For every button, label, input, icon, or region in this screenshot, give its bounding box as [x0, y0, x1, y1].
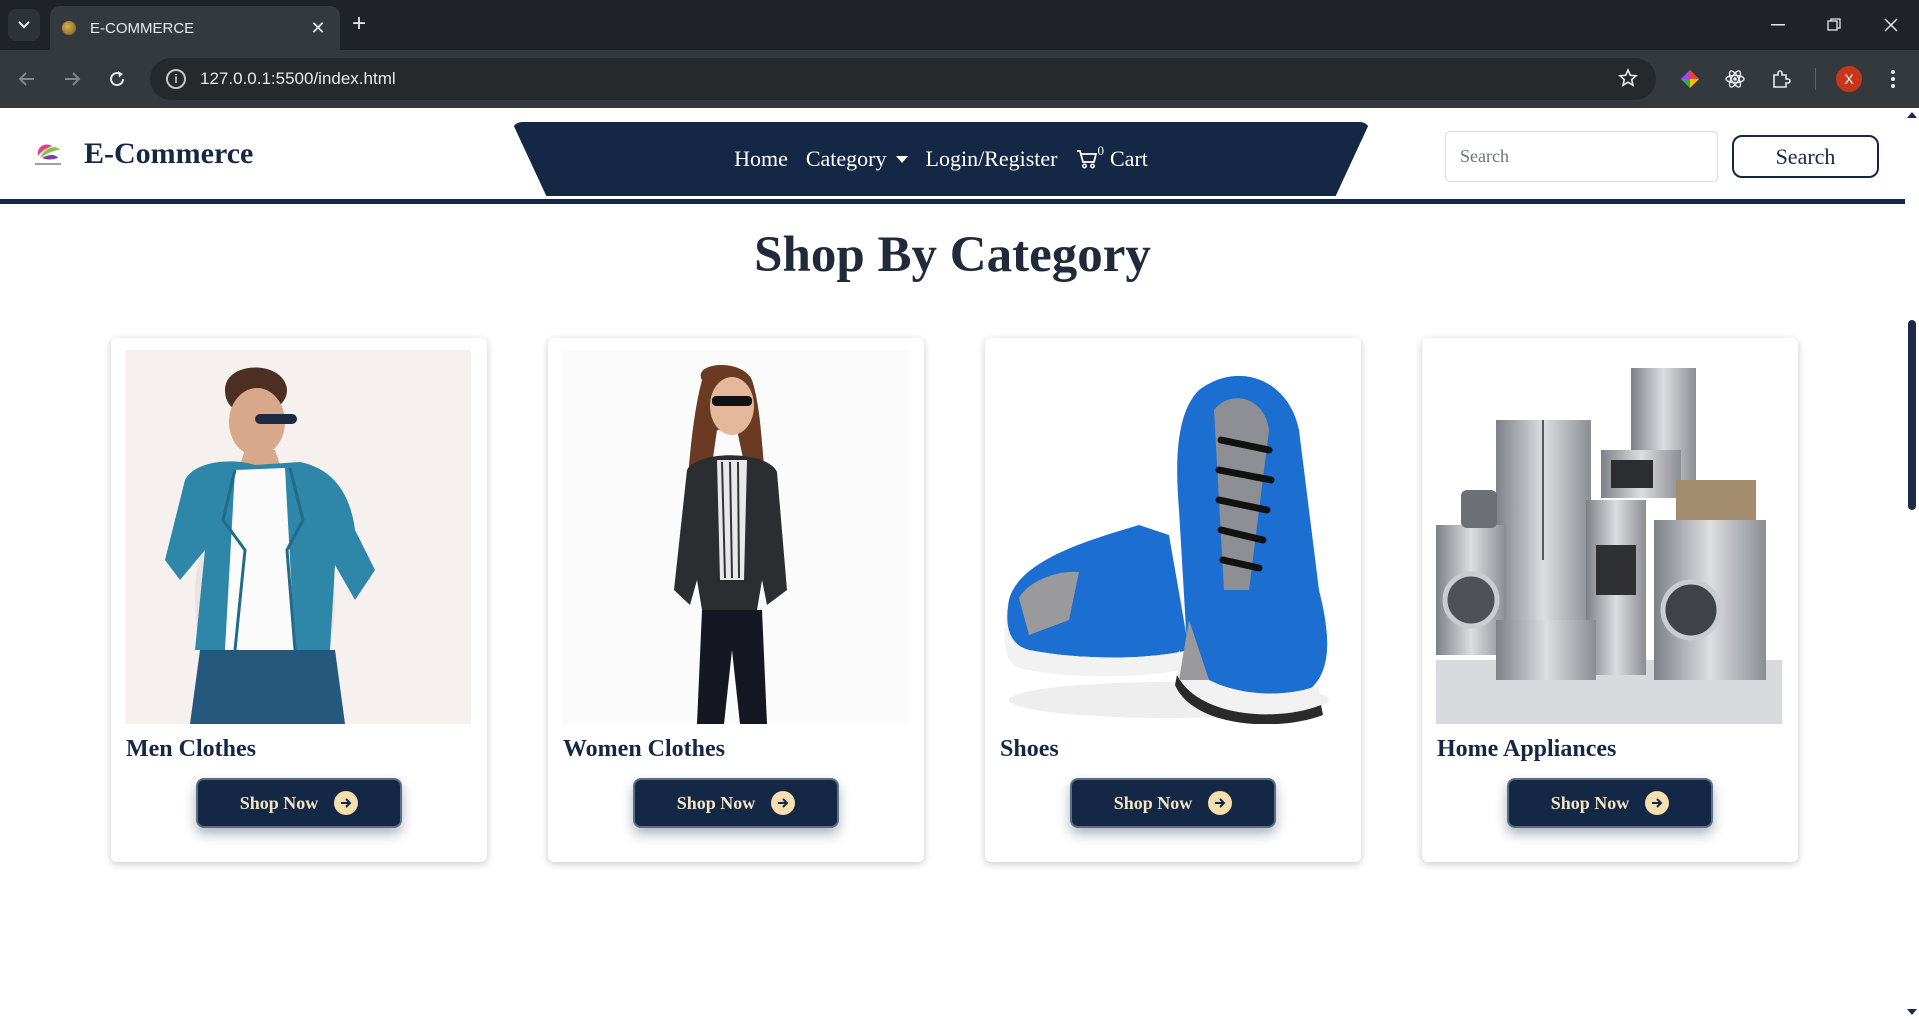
web-page: E-Commerce Home Category Login/Register …: [0, 108, 1905, 1019]
toolbar-divider: [1815, 68, 1816, 90]
restore-window-icon[interactable]: [1814, 10, 1854, 40]
cart-icon: [1076, 150, 1097, 169]
bookmark-star-icon[interactable]: [1618, 67, 1638, 93]
color-extension-icon[interactable]: [1677, 66, 1703, 92]
browser-tab[interactable]: E-COMMERCE ✕: [50, 6, 340, 50]
nav-cart-link[interactable]: 0 Cart: [1076, 143, 1148, 172]
category-card-men: Men Clothes Shop Now: [111, 338, 487, 862]
new-tab-icon[interactable]: +: [352, 12, 366, 36]
site-info-icon[interactable]: i: [166, 69, 186, 89]
shoes-image: [999, 350, 1345, 724]
category-card-appliances: Home Appliances Shop Now: [1422, 338, 1798, 862]
shop-now-label: Shop Now: [1550, 792, 1630, 813]
brand[interactable]: E-Commerce: [30, 136, 253, 172]
shop-now-button[interactable]: Shop Now: [1507, 778, 1713, 828]
shop-now-button[interactable]: Shop Now: [196, 778, 402, 828]
react-devtools-icon[interactable]: [1722, 66, 1748, 92]
nav-home-link[interactable]: Home: [734, 146, 788, 172]
shop-now-label: Shop Now: [239, 792, 319, 813]
home-appliances-image: [1436, 350, 1782, 724]
men-clothes-image: [125, 350, 471, 724]
extensions-puzzle-icon[interactable]: [1768, 66, 1794, 92]
arrow-right-icon: [1208, 791, 1233, 815]
shop-now-button[interactable]: Shop Now: [1070, 778, 1276, 828]
search-input[interactable]: [1445, 131, 1718, 182]
section-title: Shop By Category: [754, 227, 1151, 283]
shop-now-label: Shop Now: [1113, 792, 1193, 813]
browser-tab-strip: E-COMMERCE ✕ +: [0, 0, 1919, 50]
site-favicon-icon: [62, 21, 76, 35]
address-url: 127.0.0.1:5500/index.html: [200, 69, 396, 88]
scroll-down-arrow-icon[interactable]: [1907, 1009, 1917, 1015]
scroll-up-arrow-icon[interactable]: [1907, 112, 1917, 118]
nav-login-link[interactable]: Login/Register: [926, 146, 1058, 172]
category-title: Men Clothes: [126, 736, 256, 762]
arrow-right-icon: [1645, 791, 1670, 815]
site-navbar: E-Commerce Home Category Login/Register …: [0, 108, 1905, 204]
tab-search-button[interactable]: [8, 9, 40, 41]
reload-icon[interactable]: [104, 66, 130, 92]
arrow-right-icon: [334, 791, 359, 815]
shop-now-button[interactable]: Shop Now: [633, 778, 839, 828]
category-title: Home Appliances: [1437, 736, 1617, 762]
nav-cart-label: Cart: [1110, 146, 1148, 171]
brand-logo-icon: [30, 136, 66, 172]
kebab-menu-icon[interactable]: [1880, 66, 1906, 92]
tab-title: E-COMMERCE: [90, 19, 195, 37]
category-title: Women Clothes: [563, 736, 725, 762]
address-bar[interactable]: i 127.0.0.1:5500/index.html: [150, 58, 1656, 100]
close-tab-icon[interactable]: ✕: [308, 18, 328, 39]
scrollbar-thumb[interactable]: [1908, 320, 1916, 510]
nav-category-dropdown[interactable]: Category: [806, 146, 908, 172]
shop-now-label: Shop Now: [676, 792, 756, 813]
category-title: Shoes: [1000, 736, 1059, 762]
women-clothes-image: [562, 350, 908, 724]
close-window-icon[interactable]: [1871, 10, 1911, 40]
main-menu: Home Category Login/Register 0 Cart: [512, 122, 1370, 196]
profile-avatar[interactable]: X: [1836, 66, 1862, 92]
minimize-window-icon[interactable]: [1758, 10, 1798, 40]
chevron-down-icon: [18, 21, 30, 29]
search-button[interactable]: Search: [1732, 135, 1879, 178]
brand-name: E-Commerce: [84, 137, 254, 170]
arrow-right-icon: [771, 791, 796, 815]
nav-category-label: Category: [805, 146, 887, 171]
browser-toolbar: i 127.0.0.1:5500/index.html: [0, 50, 1919, 108]
caret-down-icon: [895, 155, 908, 163]
category-card-shoes: Shoes Shop Now: [985, 338, 1361, 862]
page-scrollbar[interactable]: [1905, 108, 1919, 1019]
cart-count-badge: 0: [1097, 143, 1105, 158]
back-arrow-icon[interactable]: [14, 66, 40, 92]
category-card-women: Women Clothes Shop Now: [548, 338, 924, 862]
forward-arrow-icon[interactable]: [59, 66, 85, 92]
